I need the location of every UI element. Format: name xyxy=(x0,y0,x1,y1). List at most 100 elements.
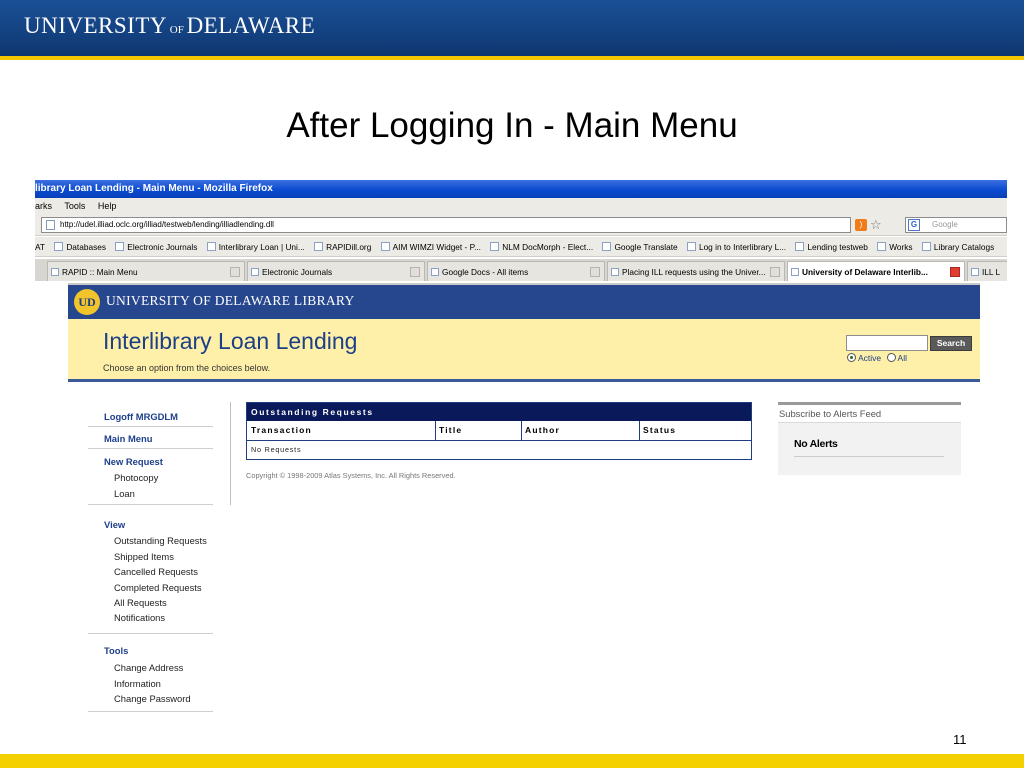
photocopy-link[interactable]: Photocopy xyxy=(88,470,213,486)
bookmark-item[interactable]: Interlibrary Loan | Uni... xyxy=(206,237,305,256)
bookmark-icon xyxy=(795,242,805,251)
tab-close-icon[interactable] xyxy=(770,267,780,277)
alerts-panel: Subscribe to Alerts Feed No Alerts xyxy=(778,402,961,475)
slide-header: UNIVERSITY OF DELAWARE xyxy=(0,0,1024,56)
folder-icon xyxy=(921,242,931,251)
bookmark-item[interactable]: Databases xyxy=(54,237,106,256)
active-radio[interactable] xyxy=(847,353,856,362)
nav-divider xyxy=(230,402,231,505)
bookmark-star-icon[interactable]: ☆ xyxy=(870,217,882,233)
tab-favicon xyxy=(431,268,439,276)
tab-strip: RAPID :: Main Menu Electronic Journals G… xyxy=(35,259,1007,281)
bookmarks-toolbar: AT Databases Electronic Journals Interli… xyxy=(35,237,1007,257)
tab-university-delaware[interactable]: University of Delaware Interlib... xyxy=(787,261,965,281)
column-title[interactable]: Title xyxy=(435,421,462,440)
subscribe-alerts-link[interactable]: Subscribe to Alerts Feed xyxy=(778,405,961,423)
tab-favicon xyxy=(251,268,259,276)
bookmark-item[interactable]: AT xyxy=(35,237,45,256)
menu-help[interactable]: Help xyxy=(98,201,117,211)
menu-tools[interactable]: Tools xyxy=(64,201,85,211)
alerts-box: No Alerts xyxy=(778,423,961,475)
slide: UNIVERSITY OF DELAWARE After Logging In … xyxy=(0,0,1024,768)
tab-close-icon[interactable] xyxy=(950,267,960,277)
bookmark-icon xyxy=(490,242,500,251)
search-placeholder: Google xyxy=(932,220,958,229)
tab-rapid[interactable]: RAPID :: Main Menu xyxy=(47,261,245,281)
bookmark-item[interactable]: Google Translate xyxy=(602,237,678,256)
outstanding-requests-link[interactable]: Outstanding Requests xyxy=(88,533,213,548)
column-status[interactable]: Status xyxy=(639,421,676,440)
tab-electronic-journals[interactable]: Electronic Journals xyxy=(247,261,425,281)
shipped-items-link[interactable]: Shipped Items xyxy=(88,549,213,564)
view-heading: View xyxy=(104,519,126,530)
tools-heading: Tools xyxy=(104,645,129,656)
outstanding-requests-table: Outstanding Requests Transaction Title A… xyxy=(246,402,752,460)
address-bar[interactable]: http://udel.illiad.oclc.org/illiad/testw… xyxy=(41,217,851,233)
search-scope: Active All xyxy=(847,353,907,363)
library-name: UNIVERSITY OF DELAWARE LIBRARY xyxy=(106,293,355,308)
tab-ill[interactable]: ILL L xyxy=(967,261,1007,281)
google-icon: G xyxy=(908,219,920,231)
navigation-toolbar: http://udel.illiad.oclc.org/illiad/testw… xyxy=(35,214,1007,236)
column-author[interactable]: Author xyxy=(521,421,560,440)
tab-placing-ill[interactable]: Placing ILL requests using the Univer... xyxy=(607,261,785,281)
library-seal-icon: UD xyxy=(74,289,100,315)
tab-google-docs[interactable]: Google Docs - All items xyxy=(427,261,605,281)
cancelled-requests-link[interactable]: Cancelled Requests xyxy=(88,564,213,579)
bookmark-icon xyxy=(206,242,216,251)
all-requests-link[interactable]: All Requests xyxy=(88,595,213,610)
menu-bookmarks[interactable]: arks xyxy=(35,201,52,211)
bookmark-icon xyxy=(877,242,887,251)
tab-favicon xyxy=(971,268,979,276)
bookmark-icon xyxy=(380,242,390,251)
table-header-row: Transaction Title Author Status xyxy=(247,421,751,441)
page-subheading: Choose an option from the choices below. xyxy=(103,363,271,373)
slide-page-number: 11 xyxy=(953,732,967,747)
bookmark-item[interactable]: Electronic Journals xyxy=(115,237,197,256)
bookmark-icon xyxy=(54,242,64,251)
tab-close-icon[interactable] xyxy=(230,267,240,277)
web-search-box[interactable]: G Google xyxy=(905,217,1007,233)
bookmark-item[interactable]: NLM DocMorph - Elect... xyxy=(490,237,593,256)
main-menu-link[interactable]: Main Menu xyxy=(88,433,213,444)
header-gold-rule xyxy=(0,56,1024,60)
tab-close-icon[interactable] xyxy=(410,267,420,277)
loan-link[interactable]: Loan xyxy=(88,486,213,502)
bookmark-item[interactable]: AIM WIMZI Widget - P... xyxy=(380,237,481,256)
url-text: http://udel.illiad.oclc.org/illiad/testw… xyxy=(60,220,274,229)
page-heading: Interlibrary Loan Lending xyxy=(103,328,358,354)
new-request-heading: New Request xyxy=(104,456,163,467)
change-address-link[interactable]: Change Address xyxy=(88,660,213,675)
column-transaction[interactable]: Transaction xyxy=(247,421,312,440)
rss-icon[interactable]: ) xyxy=(855,219,867,231)
search-input[interactable] xyxy=(846,335,928,351)
change-password-link[interactable]: Change Password xyxy=(88,691,213,706)
menu-bar: arks Tools Help xyxy=(35,198,1007,214)
tab-favicon xyxy=(51,268,59,276)
copyright-text: Copyright © 1998-2009 Atlas Systems, Inc… xyxy=(246,471,456,480)
library-header-bar: UD UNIVERSITY OF DELAWARE LIBRARY xyxy=(68,283,980,319)
bookmark-item[interactable]: Lending testweb xyxy=(795,237,868,256)
information-link[interactable]: Information xyxy=(88,676,213,691)
slide-footer-bar xyxy=(0,754,1024,768)
bookmark-item[interactable]: Library Catalogs xyxy=(921,237,994,256)
all-radio[interactable] xyxy=(886,353,896,362)
tab-favicon xyxy=(791,268,799,276)
completed-requests-link[interactable]: Completed Requests xyxy=(88,580,213,595)
tab-favicon xyxy=(611,268,619,276)
slide-title: After Logging In - Main Menu xyxy=(286,106,738,145)
alerts-divider xyxy=(794,456,944,457)
no-alerts-message: No Alerts xyxy=(794,438,838,450)
page-icon xyxy=(46,220,55,230)
left-navigation: Logoff MRGDLM Main Menu New Request Phot… xyxy=(88,403,213,715)
search-button[interactable]: Search xyxy=(930,336,972,351)
tab-close-icon[interactable] xyxy=(590,267,600,277)
bookmark-item[interactable]: Log in to Interlibrary L... xyxy=(686,237,786,256)
all-radio-label: All xyxy=(897,353,907,363)
logoff-link[interactable]: Logoff MRGDLM xyxy=(88,411,213,422)
bookmark-item[interactable]: Works xyxy=(877,237,913,256)
window-title: library Loan Lending - Main Menu - Mozil… xyxy=(35,180,1007,198)
active-radio-label: Active xyxy=(858,353,882,363)
notifications-link[interactable]: Notifications xyxy=(88,610,213,625)
bookmark-item[interactable]: RAPIDill.org xyxy=(314,237,371,256)
